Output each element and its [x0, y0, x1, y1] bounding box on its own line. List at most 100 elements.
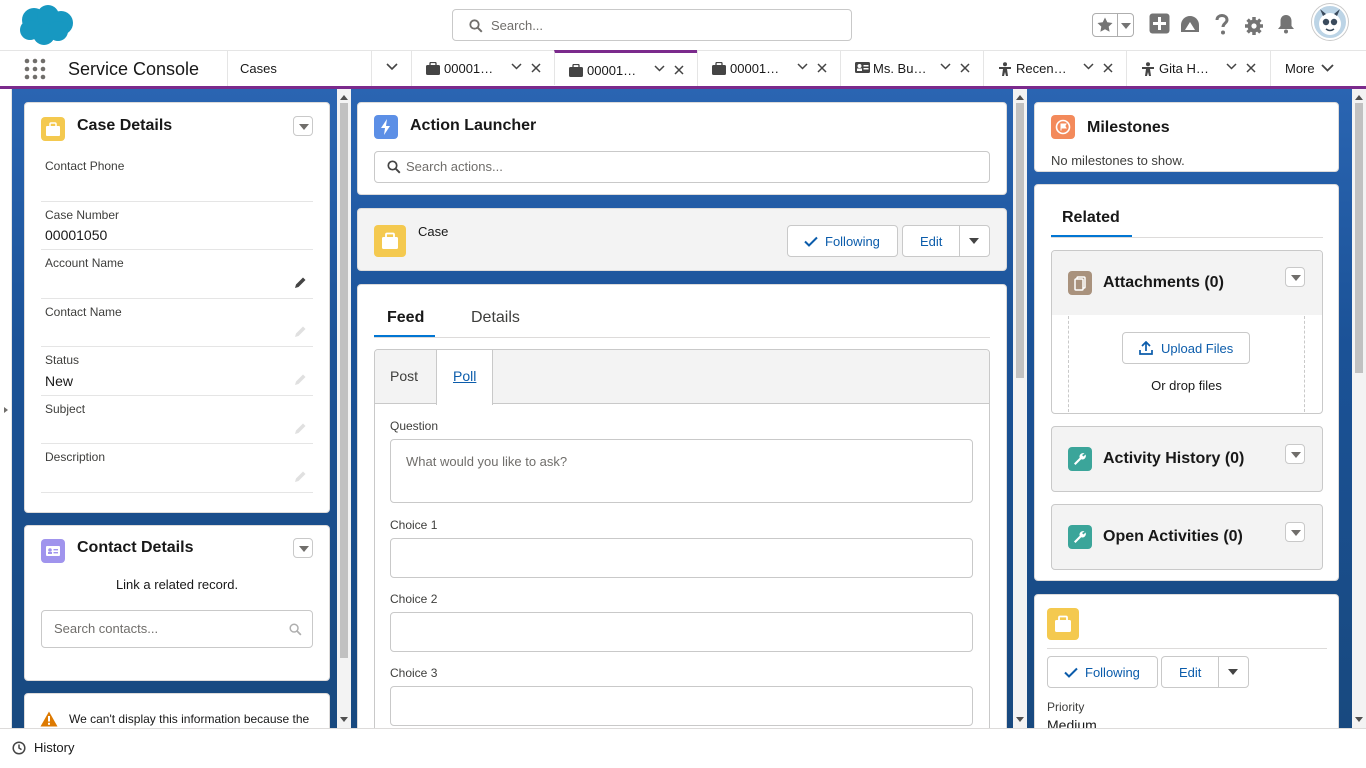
- scroll-up-icon: [340, 95, 348, 100]
- upload-label: Upload Files: [1161, 341, 1234, 356]
- workspace-tab[interactable]: 00001…: [411, 51, 554, 86]
- user-avatar[interactable]: [1312, 4, 1348, 40]
- milestones-card: Milestones No milestones to show.: [1034, 102, 1339, 172]
- card-menu-button[interactable]: [293, 116, 313, 136]
- tab-details[interactable]: Details: [458, 305, 538, 338]
- contact-search-input[interactable]: Search contacts...: [41, 610, 313, 648]
- chevron-down-icon[interactable]: [1083, 63, 1094, 71]
- edit-pencil-icon[interactable]: [294, 276, 307, 289]
- edit-label: Edit: [920, 234, 943, 249]
- history-utility-item[interactable]: History: [0, 729, 90, 768]
- favorites-button[interactable]: [1092, 13, 1134, 37]
- field-label: Contact Phone: [45, 159, 125, 173]
- publisher-tab-post[interactable]: Post: [375, 350, 436, 404]
- list-menu-button[interactable]: [1285, 444, 1305, 464]
- upload-icon: [1139, 341, 1153, 355]
- more-tabs-button[interactable]: More: [1270, 51, 1366, 86]
- search-icon: [469, 19, 483, 33]
- help-icon[interactable]: [1214, 14, 1230, 36]
- close-icon[interactable]: [817, 63, 827, 73]
- trailhead-icon[interactable]: [1180, 15, 1200, 33]
- choice-3-input[interactable]: [390, 686, 973, 726]
- left-column-scrollbar[interactable]: [337, 89, 351, 728]
- file-drop-zone[interactable]: Upload Files Or drop files: [1068, 316, 1305, 412]
- choice-3-label: Choice 3: [390, 666, 438, 680]
- edit-pencil-icon[interactable]: [294, 422, 307, 435]
- search-icon: [387, 160, 401, 174]
- tab-feed[interactable]: Feed: [374, 305, 435, 338]
- chevron-down-icon[interactable]: [940, 63, 951, 71]
- close-icon[interactable]: [531, 63, 541, 73]
- center-column-scrollbar[interactable]: [1013, 89, 1027, 728]
- action-search-input[interactable]: Search actions...: [374, 151, 990, 183]
- right-column-scrollbar[interactable]: [1352, 89, 1366, 728]
- chevron-down-icon[interactable]: [797, 63, 808, 71]
- global-search-input[interactable]: Search...: [452, 9, 852, 41]
- edit-button[interactable]: Edit: [1161, 656, 1249, 688]
- edit-pencil-icon[interactable]: [294, 325, 307, 338]
- workspace-tab[interactable]: 00001…: [697, 51, 840, 86]
- card-menu-button[interactable]: [293, 538, 313, 558]
- notifications-bell-icon[interactable]: [1277, 14, 1295, 34]
- contact-details-card: Contact Details Link a related record. S…: [24, 525, 330, 681]
- search-placeholder: Search contacts...: [54, 621, 159, 636]
- tab-label: 00001…: [730, 61, 780, 76]
- choice-1-input[interactable]: [390, 538, 973, 578]
- follow-button[interactable]: Following: [787, 225, 898, 257]
- contact-card-icon: [855, 62, 870, 73]
- question-textarea[interactable]: What would you like to ask?: [390, 439, 973, 503]
- nav-item-cases[interactable]: Cases: [227, 51, 371, 86]
- feed-card: Feed Details Post Poll Question What wou…: [357, 284, 1007, 745]
- list-menu-button[interactable]: [1285, 522, 1305, 542]
- record-type-label: Case: [418, 224, 449, 239]
- follow-button[interactable]: Following: [1047, 656, 1158, 688]
- app-launcher-icon[interactable]: [24, 58, 46, 80]
- choice-1-label: Choice 1: [390, 518, 438, 532]
- milestone-flag-icon: [1051, 115, 1075, 139]
- card-title: Case Details: [77, 117, 173, 134]
- publisher-tab-poll[interactable]: Poll: [436, 350, 493, 405]
- global-actions-icon[interactable]: [1149, 13, 1170, 34]
- case-icon: [1047, 608, 1079, 640]
- scroll-down-icon: [1355, 717, 1363, 722]
- choice-2-input[interactable]: [390, 612, 973, 652]
- check-icon: [1064, 667, 1078, 678]
- close-icon[interactable]: [1246, 63, 1256, 73]
- utility-collapse-strip[interactable]: [0, 89, 12, 728]
- close-icon[interactable]: [960, 63, 970, 73]
- list-menu-button[interactable]: [1285, 267, 1305, 287]
- person-icon: [1141, 62, 1155, 76]
- chevron-down-icon[interactable]: [969, 238, 979, 244]
- more-label: More: [1285, 61, 1315, 76]
- search-icon: [289, 623, 302, 636]
- field-subject: Subject: [41, 396, 313, 444]
- tab-label: Post: [390, 368, 419, 384]
- field-status: Status New: [41, 347, 313, 396]
- salesforce-logo[interactable]: [16, 4, 74, 46]
- upload-files-button[interactable]: Upload Files: [1122, 332, 1250, 364]
- priority-label: Priority: [1047, 700, 1085, 714]
- nav-menu-dropdown[interactable]: [371, 51, 411, 86]
- case-icon: [41, 117, 65, 141]
- workspace-tab[interactable]: Recen…: [983, 51, 1126, 86]
- edit-button[interactable]: Edit: [902, 225, 990, 257]
- field-label: Account Name: [45, 256, 124, 270]
- warning-icon: [40, 711, 58, 727]
- chevron-down-icon[interactable]: [1226, 63, 1237, 71]
- tab-related[interactable]: Related: [1051, 207, 1132, 238]
- chevron-down-icon[interactable]: [654, 65, 665, 73]
- close-icon[interactable]: [1103, 63, 1113, 73]
- workspace-tab[interactable]: Gita H…: [1126, 51, 1270, 86]
- attachments-title: Attachments (0): [1103, 274, 1224, 291]
- chevron-down-icon[interactable]: [511, 63, 522, 71]
- edit-pencil-icon[interactable]: [294, 373, 307, 386]
- workspace-tab-active[interactable]: 00001…: [554, 50, 697, 85]
- chevron-down-icon[interactable]: [1228, 669, 1238, 675]
- edit-pencil-icon[interactable]: [294, 470, 307, 483]
- question-label: Question: [390, 419, 439, 433]
- publisher: Post Poll Question What would you like t…: [374, 349, 990, 745]
- card-title: Contact Details: [77, 539, 194, 556]
- setup-gear-icon[interactable]: [1244, 16, 1264, 36]
- close-icon[interactable]: [674, 65, 684, 75]
- workspace-tab[interactable]: Ms. Bu…: [840, 51, 983, 86]
